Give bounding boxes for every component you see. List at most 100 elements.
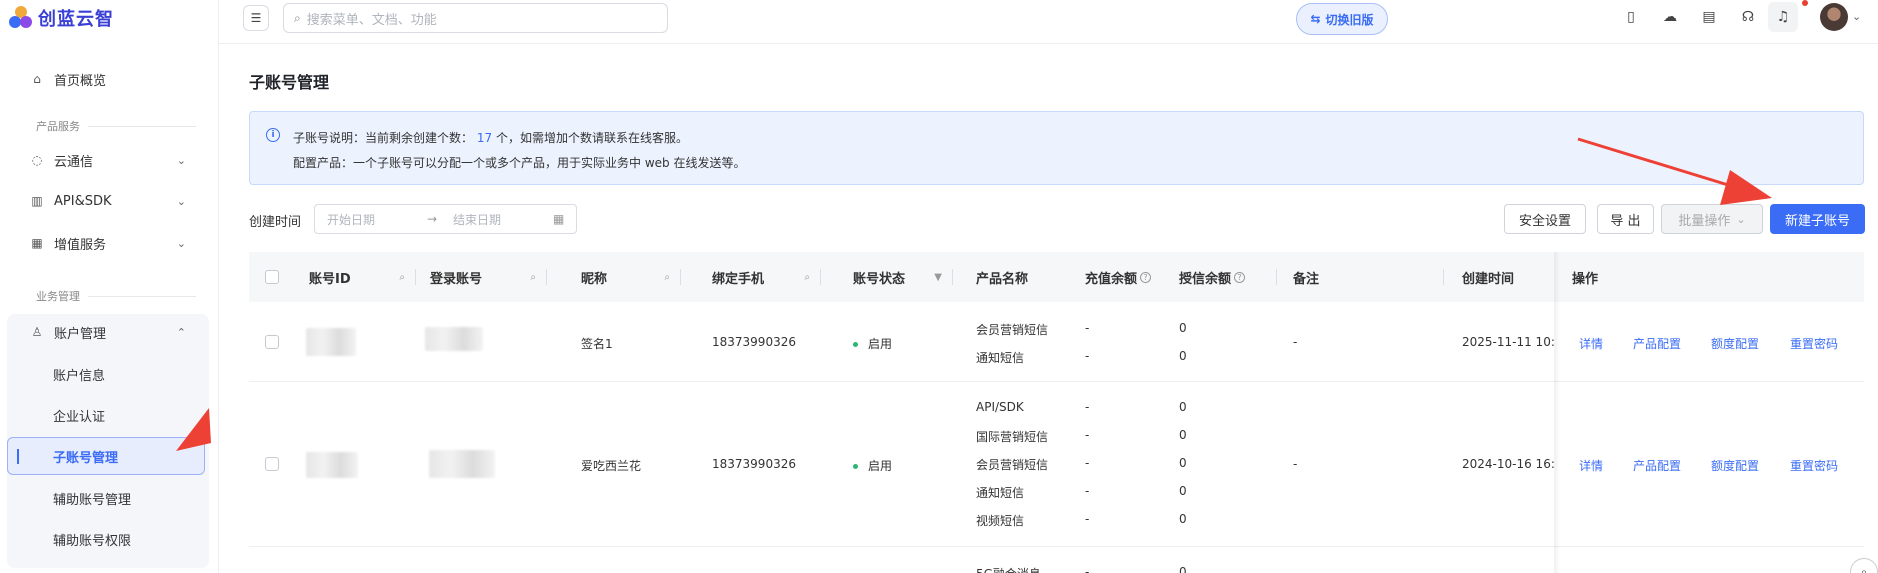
search-icon: ⌕ xyxy=(294,10,301,25)
create-sub-account-button[interactable]: 新建子账号 xyxy=(1770,204,1865,234)
login-account-redacted xyxy=(429,450,495,478)
book-icon[interactable]: ▯ xyxy=(1620,6,1642,28)
recharge-balance: - xyxy=(1085,484,1090,498)
home-icon: ⌂ xyxy=(33,72,41,86)
status: 启用 xyxy=(853,335,892,352)
detail-link[interactable]: 详情 xyxy=(1579,457,1603,474)
sidebar-item-assist-account[interactable]: 辅助账号管理 xyxy=(53,488,131,508)
column-header-product: 产品名称 xyxy=(976,271,1029,287)
recharge-balance: - xyxy=(1085,428,1090,442)
sidebar-group-label: 业务管理 xyxy=(36,290,80,303)
search-icon[interactable]: ⌕ xyxy=(804,272,810,283)
sidebar-item-home[interactable]: ⌂ 首页概览 xyxy=(14,60,204,98)
detail-link[interactable]: 详情 xyxy=(1579,335,1603,352)
menu-toggle-button[interactable]: ☰ xyxy=(243,5,269,31)
avatar[interactable] xyxy=(1820,3,1848,31)
chevron-down-icon: ⌄ xyxy=(176,153,186,167)
sidebar-item-assist-permission[interactable]: 辅助账号权限 xyxy=(53,529,131,549)
header-label: 授信余额 xyxy=(1179,271,1232,287)
document-icon[interactable]: ▤ xyxy=(1698,6,1720,28)
column-header-ops: 操作 xyxy=(1572,271,1599,287)
column-divider xyxy=(952,269,953,285)
sidebar-item-label: 首页概览 xyxy=(54,73,107,89)
search-icon[interactable]: ⌕ xyxy=(664,272,670,283)
product-name: 会员营销短信 xyxy=(976,458,1049,472)
column-header-created: 创建时间 xyxy=(1462,271,1515,287)
status-dot-icon xyxy=(853,342,858,347)
security-settings-button[interactable]: 安全设置 xyxy=(1504,204,1586,234)
sidebar-item-label: 增值服务 xyxy=(54,237,107,253)
cloud-download-icon[interactable]: ☁ xyxy=(1659,6,1681,28)
notice-line-1: 子账号说明：当前剩余创建个数： 17 个，如需增加个数请联系在线客服。 xyxy=(293,129,688,146)
help-search-icon[interactable]: ⌕ xyxy=(1850,558,1878,573)
quota-config-link[interactable]: 额度配置 xyxy=(1711,457,1759,474)
product-config-link[interactable]: 产品配置 xyxy=(1633,457,1681,474)
select-all-checkbox[interactable] xyxy=(265,270,279,284)
notice-suffix: 个，如需增加个数请联系在线客服。 xyxy=(495,131,688,145)
reset-password-link[interactable]: 重置密码 xyxy=(1790,335,1838,352)
status-label: 启用 xyxy=(868,337,893,351)
switch-icon: ⇆ xyxy=(1310,12,1321,26)
quota-config-link[interactable]: 额度配置 xyxy=(1711,335,1759,352)
page-title: 子账号管理 xyxy=(249,73,330,92)
date-range-picker[interactable]: 开始日期 → 结束日期 ▦ xyxy=(314,204,577,234)
batch-label: 批量操作 xyxy=(1678,213,1731,229)
question-icon[interactable]: ? xyxy=(1140,271,1152,283)
question-icon[interactable]: ? xyxy=(1234,271,1246,283)
column-divider xyxy=(820,269,821,285)
sidebar-item-api-sdk[interactable]: ▥ API&SDK ⌄ xyxy=(14,182,204,220)
column-header-remark: 备注 xyxy=(1293,271,1320,287)
credit-balance: 0 xyxy=(1179,565,1187,573)
account-id-redacted xyxy=(306,452,358,478)
product-name: 视频短信 xyxy=(976,514,1025,528)
column-header-phone: 绑定手机 ⌕ xyxy=(712,252,820,302)
recharge-balance: - xyxy=(1085,349,1090,363)
sidebar-item-sub-account[interactable]: 子账号管理 xyxy=(53,446,118,466)
switch-old-version-button[interactable]: ⇆ 切换旧版 xyxy=(1296,3,1388,35)
sidebar-item-account-mgmt[interactable]: ♙ 账户管理 ⌃ xyxy=(14,313,204,351)
sidebar-item-account-info[interactable]: 账户信息 xyxy=(53,364,105,384)
search-placeholder: 搜索菜单、文档、功能 xyxy=(306,12,437,28)
header-label: 充值余额 xyxy=(1085,271,1138,287)
start-date-input[interactable]: 开始日期 xyxy=(327,211,427,228)
table-row: 爱吃西兰花 18373990326 启用 API/SDK 国际营销短信 会员营销… xyxy=(249,382,1864,547)
credit-balance: 0 xyxy=(1179,512,1187,526)
fixed-column-shadow xyxy=(1554,252,1560,573)
search-input[interactable]: ⌕ 搜索菜单、文档、功能 xyxy=(283,3,668,33)
brand-logo[interactable]: 创蓝云智 xyxy=(8,5,114,31)
credit-balance: 0 xyxy=(1179,456,1187,470)
column-divider xyxy=(546,269,547,285)
sidebar-item-cloud-comm[interactable]: ◌ 云通信 ⌄ xyxy=(14,141,204,179)
column-header-credit: 授信余额 ? xyxy=(1179,252,1246,302)
export-button[interactable]: 导 出 xyxy=(1597,204,1654,234)
product-name: 通知短信 xyxy=(976,486,1025,500)
nickname: 爱吃西兰花 xyxy=(581,459,642,473)
filter-icon[interactable]: ▼ xyxy=(934,272,942,283)
sidebar-item-enterprise-auth[interactable]: 企业认证 xyxy=(53,405,105,425)
remark: - xyxy=(1293,457,1298,471)
bell-icon[interactable]: ♫ xyxy=(1768,2,1798,32)
row-checkbox[interactable] xyxy=(265,457,279,471)
notice-line-2: 配置产品：一个子账号可以分配一个或多个产品，用于实际业务中 web 在线发送等。 xyxy=(293,156,746,170)
column-divider xyxy=(680,269,681,285)
table-header: 账号ID ⌕ 登录账号 ⌕ 昵称 ⌕ 绑定手机 ⌕ 账号状态 ▼ 产品名称 充值… xyxy=(249,252,1864,302)
notice-prefix: 子账号说明：当前剩余创建个数： xyxy=(293,131,474,145)
notice-count: 17 xyxy=(476,131,493,145)
sidebar-item-value-added[interactable]: ▦ 增值服务 ⌄ xyxy=(14,224,204,262)
notification-dot xyxy=(1802,0,1808,6)
search-icon[interactable]: ⌕ xyxy=(399,272,405,283)
nickname: 签名1 xyxy=(581,337,613,351)
reset-password-link[interactable]: 重置密码 xyxy=(1790,457,1838,474)
recharge-balance: - xyxy=(1085,321,1090,335)
chevron-down-icon[interactable]: ⌄ xyxy=(1852,10,1861,23)
search-icon[interactable]: ⌕ xyxy=(530,272,536,283)
filter-created-label: 创建时间 xyxy=(249,215,302,230)
row-checkbox[interactable] xyxy=(265,335,279,349)
batch-operation-button[interactable]: 批量操作 ⌄ xyxy=(1661,204,1763,234)
recharge-balance: - xyxy=(1085,456,1090,470)
grid-icon: ▦ xyxy=(31,236,43,250)
chart-icon: ▥ xyxy=(31,194,43,208)
headset-icon[interactable]: ☊ xyxy=(1737,6,1759,28)
product-config-link[interactable]: 产品配置 xyxy=(1633,335,1681,352)
end-date-input[interactable]: 结束日期 xyxy=(453,211,553,228)
